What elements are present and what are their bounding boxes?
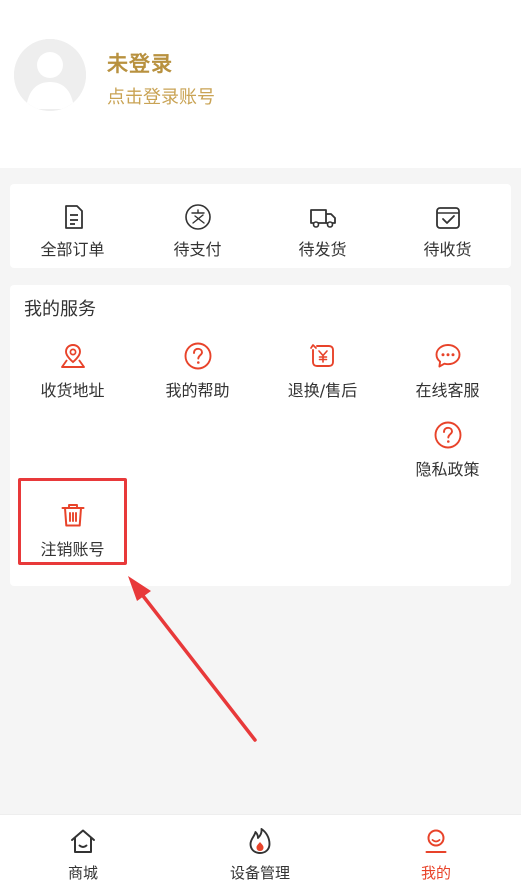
tab-label: 商城	[67, 864, 98, 882]
login-link[interactable]: 点击登录账号	[107, 83, 215, 109]
order-list-icon	[64, 205, 83, 229]
user-avatar-icon[interactable]	[14, 39, 86, 111]
service-label: 在线客服	[415, 381, 480, 400]
orders-card: 全部订单 待支付 待发货 待收货	[10, 184, 511, 268]
refund-aftersale-button[interactable]: 退换/售后	[260, 341, 385, 413]
tab-mall[interactable]: 商城	[23, 815, 143, 886]
help-circle-icon	[184, 342, 211, 370]
my-help-button[interactable]: 我的帮助	[135, 341, 260, 413]
tab-label: 我的	[420, 864, 451, 882]
home-icon	[71, 829, 95, 853]
truck-icon	[309, 209, 336, 228]
order-label: 待收货	[423, 240, 472, 259]
pending-receipt-button[interactable]: 待收货	[385, 184, 510, 268]
box-check-icon	[435, 207, 460, 229]
tab-device-management[interactable]: 设备管理	[200, 815, 320, 886]
location-map-icon	[60, 344, 85, 368]
bottom-tab-bar: 商城 设备管理 我的	[0, 814, 521, 886]
service-label: 退换/售后	[287, 381, 358, 400]
online-support-button[interactable]: 在线客服	[385, 341, 510, 413]
order-label: 全部订单	[40, 240, 105, 259]
tab-label: 设备管理	[229, 864, 290, 882]
payment-icon	[184, 204, 211, 230]
services-title: 我的服务	[24, 299, 96, 320]
user-icon	[425, 829, 447, 853]
privacy-policy-button[interactable]: 隐私政策	[385, 420, 510, 492]
all-orders-button[interactable]: 全部订单	[10, 184, 135, 268]
tab-mine[interactable]: 我的	[376, 815, 496, 886]
pending-payment-button[interactable]: 待支付	[135, 184, 260, 268]
order-label: 待发货	[298, 240, 347, 259]
service-label: 我的帮助	[165, 381, 230, 400]
help-circle-icon	[434, 421, 461, 449]
chat-bubble-icon	[435, 344, 460, 368]
pending-shipment-button[interactable]: 待发货	[260, 184, 385, 268]
order-label: 待支付	[173, 240, 222, 259]
service-label: 隐私政策	[415, 460, 480, 479]
highlight-box	[18, 478, 127, 565]
profile-header[interactable]: 未登录 点击登录账号	[0, 0, 521, 168]
login-status-title[interactable]: 未登录	[107, 48, 173, 78]
flame-icon	[249, 828, 271, 854]
service-label: 收货地址	[40, 381, 105, 400]
refund-icon	[309, 344, 334, 367]
shipping-address-button[interactable]: 收货地址	[10, 341, 135, 413]
